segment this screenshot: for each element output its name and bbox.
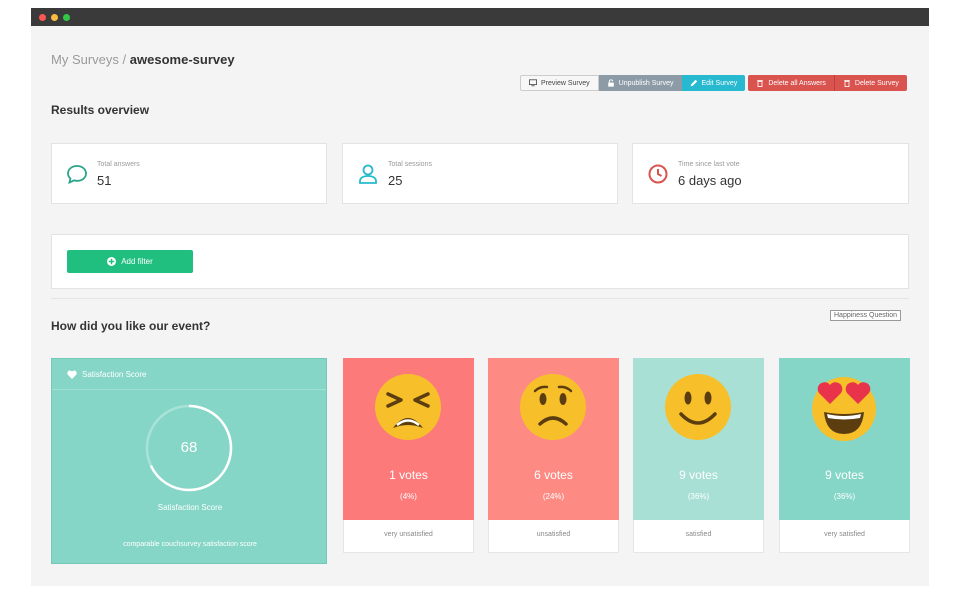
delete-survey-label: Delete Survey — [854, 79, 899, 87]
maximize-window-button[interactable] — [63, 14, 70, 21]
chat-icon — [67, 165, 87, 185]
mood-votes: 1 votes — [389, 468, 428, 482]
trash-icon — [844, 80, 850, 87]
stat-card-time-since-last-vote: Time since last vote 6 days ago — [632, 143, 909, 204]
mood-votes: 9 votes — [825, 468, 864, 482]
add-filter-button[interactable]: Add filter — [67, 250, 193, 273]
mood-percentage: (24%) — [542, 492, 565, 501]
stat-value: 6 days ago — [678, 173, 742, 188]
app-window: My Surveys / awesome-survey Preview Surv… — [31, 8, 929, 586]
score-card-header: Satisfaction Score — [52, 359, 326, 390]
filter-panel: Add filter — [51, 234, 909, 289]
edit-survey-label: Edit Survey — [701, 79, 738, 87]
unlock-icon — [607, 79, 614, 87]
question-type-badge: Happiness Question — [830, 310, 902, 321]
add-filter-label: Add filter — [121, 257, 153, 266]
preview-survey-button[interactable]: Preview Survey — [520, 75, 599, 91]
mood-label: very satisfied — [779, 520, 910, 553]
stat-value: 51 — [97, 173, 112, 188]
breadcrumb-separator: / — [122, 52, 127, 67]
satisfaction-score-label: Satisfaction Score — [157, 503, 223, 512]
heart-icon — [67, 370, 77, 379]
survey-toolbar: Preview Survey Unpublish Survey Edit Sur… — [520, 75, 907, 91]
mood-label: unsatisfied — [488, 520, 619, 553]
stat-label: Total answers — [97, 161, 140, 168]
stat-label: Time since last vote — [678, 161, 740, 168]
satisfaction-score-card: Satisfaction Score 68 Satisfaction Score… — [51, 358, 327, 564]
mood-card-unsatisfied: 6 votes (24%) unsatisfied — [488, 358, 619, 553]
mood-card-top: 6 votes (24%) — [488, 358, 619, 520]
unpublish-survey-label: Unpublish Survey — [618, 79, 674, 87]
edit-survey-button[interactable]: Edit Survey — [681, 75, 746, 91]
window-titlebar — [31, 8, 929, 26]
pencil-icon — [690, 79, 697, 87]
smiling-face-icon — [665, 374, 731, 440]
mood-card-top: 9 votes (36%) — [779, 358, 910, 520]
mood-card-very-satisfied: 9 votes (36%) very satisfied — [779, 358, 910, 553]
stat-card-total-sessions: Total sessions 25 — [342, 143, 618, 204]
plus-circle-icon — [107, 257, 117, 266]
mood-percentage: (4%) — [400, 492, 417, 501]
frowning-face-icon — [520, 374, 586, 440]
mood-votes: 9 votes — [679, 468, 718, 482]
section-divider — [51, 298, 909, 299]
minimize-window-button[interactable] — [51, 14, 58, 21]
score-card-title: Satisfaction Score — [82, 369, 147, 379]
delete-all-answers-label: Delete all Answers — [768, 79, 826, 87]
delete-survey-button[interactable]: Delete Survey — [833, 75, 907, 91]
trash-icon — [757, 80, 764, 87]
mood-card-satisfied: 9 votes (36%) satisfied — [633, 358, 764, 553]
tired-face-icon — [375, 374, 441, 440]
user-icon — [359, 164, 377, 184]
mood-label: satisfied — [633, 520, 764, 553]
mood-percentage: (36%) — [687, 492, 710, 501]
clock-icon — [648, 164, 668, 184]
stat-value: 25 — [388, 173, 403, 188]
mood-card-top: 1 votes (4%) — [343, 358, 474, 520]
close-window-button[interactable] — [39, 14, 46, 21]
mood-label: very unsatisfied — [343, 520, 474, 553]
question-title: How did you like our event? — [51, 319, 211, 333]
mood-percentage: (36%) — [833, 492, 856, 501]
stat-label: Total sessions — [388, 161, 432, 168]
mood-card-very-unsatisfied: 1 votes (4%) very unsatisfied — [343, 358, 474, 553]
satisfaction-score-value: 68 — [180, 439, 198, 456]
breadcrumb: My Surveys / awesome-survey — [51, 52, 235, 67]
mood-card-top: 9 votes (36%) — [633, 358, 764, 520]
satisfaction-score-footnote: comparable couchsurvey satisfaction scor… — [123, 541, 257, 548]
delete-all-answers-button[interactable]: Delete all Answers — [748, 75, 834, 91]
mood-votes: 6 votes — [534, 468, 573, 482]
results-overview-title: Results overview — [51, 103, 150, 117]
preview-survey-label: Preview Survey — [541, 79, 590, 87]
heart-eyes-face-icon — [812, 377, 876, 441]
breadcrumb-parent-link[interactable]: My Surveys — [51, 52, 119, 67]
monitor-icon — [529, 79, 537, 87]
stat-card-total-answers: Total answers 51 — [51, 143, 327, 204]
unpublish-survey-button[interactable]: Unpublish Survey — [598, 75, 682, 91]
breadcrumb-current: awesome-survey — [129, 52, 235, 67]
